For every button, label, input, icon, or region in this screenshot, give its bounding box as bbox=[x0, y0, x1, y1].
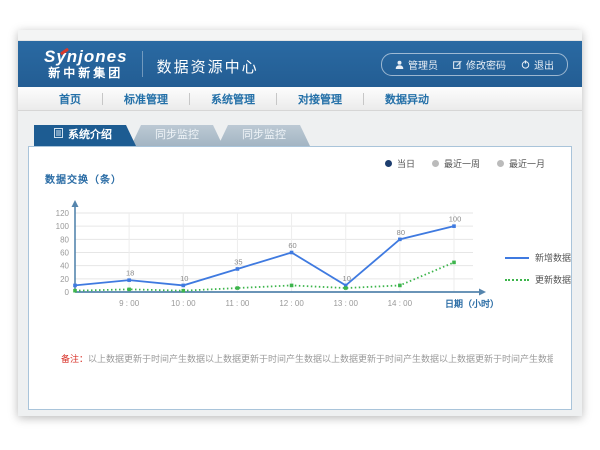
logo-text-en: Synjones bbox=[44, 48, 128, 67]
footnote: 备注：以上数据更新于时间产生数据以上数据更新于时间产生数据以上数据更新于时间产生… bbox=[61, 352, 553, 365]
radio-dot-icon bbox=[497, 160, 504, 167]
app-window: Synjones 新中新集团 数据资源中心 管理员 修改密码 bbox=[18, 30, 582, 416]
content-area: 系统介绍 同步监控 同步监控 当日 最近一周 最近一月 数据交换（条） 0 20 40 60 8… bbox=[18, 111, 582, 416]
nav-item-4[interactable]: 数据异动 bbox=[364, 91, 450, 107]
tab-1[interactable]: 同步监控 bbox=[131, 125, 223, 146]
radio-dot-icon bbox=[385, 160, 392, 167]
svg-text:13 : 00: 13 : 00 bbox=[333, 299, 358, 308]
svg-text:100: 100 bbox=[449, 215, 462, 224]
svg-text:20: 20 bbox=[60, 275, 69, 284]
svg-text:10: 10 bbox=[180, 274, 188, 283]
svg-text:80: 80 bbox=[60, 235, 69, 244]
svg-text:11 : 00: 11 : 00 bbox=[225, 299, 249, 308]
radio-dot-icon bbox=[432, 160, 439, 167]
series-legend: 新增数据更新数据 bbox=[505, 251, 571, 323]
user-toolbar: 管理员 修改密码 退出 bbox=[381, 53, 568, 76]
svg-text:9 : 00: 9 : 00 bbox=[119, 299, 140, 308]
tab-0[interactable]: 系统介绍 bbox=[34, 125, 136, 146]
legend-label: 更新数据 bbox=[535, 273, 571, 286]
tab-2[interactable]: 同步监控 bbox=[218, 125, 310, 146]
y-axis-title: 数据交换（条） bbox=[45, 171, 122, 186]
svg-text:60: 60 bbox=[288, 241, 296, 250]
page: Synjones 新中新集团 数据资源中心 管理员 修改密码 bbox=[0, 0, 600, 450]
power-icon bbox=[521, 60, 530, 69]
range-filter-label: 当日 bbox=[397, 157, 415, 170]
svg-text:120: 120 bbox=[56, 209, 70, 218]
admin-user-button[interactable]: 管理员 bbox=[395, 57, 438, 72]
nav-item-3[interactable]: 对接管理 bbox=[277, 91, 363, 107]
tab-bar: 系统介绍 同步监控 同步监控 bbox=[18, 111, 582, 146]
chart-panel: 当日 最近一周 最近一月 数据交换（条） 0 20 40 60 80 100 120 9 : 00… bbox=[28, 146, 572, 410]
legend-label: 新增数据 bbox=[535, 251, 571, 264]
window-top-strip bbox=[18, 30, 582, 41]
svg-text:100: 100 bbox=[56, 222, 70, 231]
nav-item-2[interactable]: 系统管理 bbox=[190, 91, 276, 107]
nav-item-0[interactable]: 首页 bbox=[38, 91, 102, 107]
range-filter-group: 当日 最近一周 最近一月 bbox=[385, 157, 545, 170]
header-divider bbox=[142, 51, 143, 77]
main-nav: 首页标准管理系统管理对接管理数据异动 bbox=[18, 87, 582, 111]
chart-area: 0 20 40 60 80 100 120 9 : 00 10 : 00 11 : 00 12 : … bbox=[39, 191, 571, 323]
app-header: Synjones 新中新集团 数据资源中心 管理员 修改密码 bbox=[18, 41, 582, 87]
footnote-text: 以上数据更新于时间产生数据以上数据更新于时间产生数据以上数据更新于时间产生数据以… bbox=[88, 354, 553, 364]
logout-button[interactable]: 退出 bbox=[521, 57, 554, 72]
logo-text-cn: 新中新集团 bbox=[44, 67, 128, 80]
svg-text:35: 35 bbox=[234, 257, 242, 266]
admin-user-label: 管理员 bbox=[408, 57, 438, 72]
svg-text:0: 0 bbox=[65, 288, 70, 297]
app-title: 数据资源中心 bbox=[157, 56, 259, 77]
svg-text:80: 80 bbox=[397, 228, 405, 237]
tab-label: 系统介绍 bbox=[68, 125, 112, 146]
svg-text:10: 10 bbox=[343, 274, 351, 283]
logout-label: 退出 bbox=[534, 57, 554, 72]
svg-text:12 : 00: 12 : 00 bbox=[279, 299, 304, 308]
svg-text:18: 18 bbox=[126, 269, 134, 278]
nav-item-1[interactable]: 标准管理 bbox=[103, 91, 189, 107]
legend-item-0: 新增数据 bbox=[505, 251, 571, 264]
line-chart: 0 20 40 60 80 100 120 9 : 00 10 : 00 11 : 00 12 : … bbox=[39, 191, 501, 323]
footnote-prefix: 备注： bbox=[61, 354, 88, 364]
svg-text:60: 60 bbox=[60, 249, 69, 258]
range-filter-label: 最近一月 bbox=[509, 157, 545, 170]
svg-text:10 : 00: 10 : 00 bbox=[171, 299, 196, 308]
range-filter-1[interactable]: 最近一周 bbox=[432, 157, 480, 170]
tab-label: 同步监控 bbox=[242, 125, 286, 146]
range-filter-label: 最近一周 bbox=[444, 157, 480, 170]
edit-icon bbox=[453, 60, 462, 69]
range-filter-2[interactable]: 最近一月 bbox=[497, 157, 545, 170]
svg-text:14 : 00: 14 : 00 bbox=[388, 299, 413, 308]
svg-text:日期（小时）: 日期（小时） bbox=[445, 298, 499, 309]
legend-line-sample bbox=[505, 279, 529, 281]
legend-line-sample bbox=[505, 257, 529, 259]
change-password-button[interactable]: 修改密码 bbox=[453, 57, 506, 72]
range-filter-0[interactable]: 当日 bbox=[385, 157, 415, 170]
document-icon bbox=[54, 125, 63, 146]
legend-item-1: 更新数据 bbox=[505, 273, 571, 286]
svg-text:40: 40 bbox=[60, 262, 69, 271]
user-icon bbox=[395, 60, 404, 69]
company-logo: Synjones 新中新集团 bbox=[44, 48, 128, 80]
tab-label: 同步监控 bbox=[155, 125, 199, 146]
change-password-label: 修改密码 bbox=[466, 57, 506, 72]
